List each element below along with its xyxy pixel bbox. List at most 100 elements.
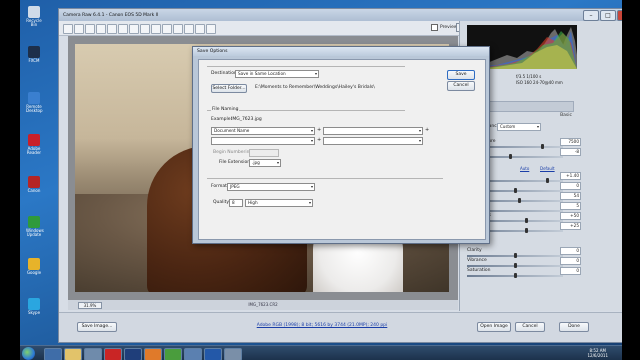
media-player-icon[interactable] [84,348,102,360]
naming-field-1[interactable]: Document Name ▾ [211,127,315,135]
control-row: Saturation 0 [467,267,581,275]
explorer-icon[interactable] [64,348,82,360]
targeted-adjustment-tool-icon[interactable] [107,24,117,34]
crop-tool-icon[interactable] [118,24,128,34]
rotate-left-icon[interactable] [195,24,205,34]
control-value-input[interactable]: 0 [560,247,581,255]
naming-field-3[interactable]: ▾ [211,137,315,145]
slider-thumb[interactable] [514,273,517,278]
control-value-input[interactable]: 54 [560,192,581,200]
file-naming-label: File Naming [211,107,240,112]
hand-tool-icon[interactable] [74,24,84,34]
adobe-bridge-icon[interactable] [104,348,122,360]
plus-icon: + [317,137,322,143]
plus-icon: + [425,127,430,133]
desktop-icon-update[interactable]: Windows Update [26,216,44,237]
app-icon-2[interactable] [224,348,242,360]
control-slider[interactable] [467,253,563,258]
desktop-icon-skype[interactable]: Skype [26,298,42,315]
system-tray[interactable] [554,350,584,357]
control-slider[interactable] [467,263,563,268]
format-select[interactable]: JPEG ▾ [227,183,315,191]
graduated-filter-icon[interactable] [173,24,183,34]
folder-path: E:\Moments to Remember\Weddings\Hailey's… [255,85,375,90]
quality-number-input[interactable]: 8 [229,199,243,207]
control-value-input[interactable]: +50 [560,212,581,220]
control-slider[interactable] [467,273,563,278]
done-button[interactable]: Done [559,322,589,332]
save-image-button[interactable]: Save Image... [77,322,117,332]
chevron-down-icon: ▾ [418,128,421,133]
naming-field-4[interactable]: ▾ [323,137,423,145]
naming-field-2[interactable]: ▾ [323,127,423,135]
open-image-button[interactable]: Open Image [477,322,511,332]
desktop-icon-remote[interactable]: Remote Desktop [26,92,43,113]
adjustment-brush-icon[interactable] [162,24,172,34]
file-extension-select[interactable]: .jpg ▾ [249,159,281,167]
file-naming-group: File Naming [207,107,405,112]
fxcm-icon [28,46,40,58]
taskbar: 8:52 AM 12/6/2011 [20,345,622,360]
control-row: Clarity 0 [467,247,581,255]
zoom-tool-icon[interactable] [63,24,73,34]
workflow-options-link[interactable]: Adobe RGB (1998); 8 bit; 5616 by 3744 (2… [247,323,397,328]
desktop-icon-canon[interactable]: Canon [26,176,42,193]
control-value-input[interactable]: 7500 [560,138,581,146]
control-value-input[interactable]: -8 [560,148,581,156]
chevron-down-icon: ▾ [308,200,311,205]
chevron-down-icon: ▾ [314,71,317,76]
google-icon [28,258,40,270]
auto-link[interactable]: Auto [520,166,529,171]
control-row: Vibrance 0 [467,257,581,265]
desktop-icon-google[interactable]: Google [26,258,42,275]
ie-icon[interactable] [44,348,62,360]
spot-removal-tool-icon[interactable] [140,24,150,34]
cancel-button[interactable]: Cancel [515,322,545,332]
red-eye-tool-icon[interactable] [151,24,161,34]
straighten-tool-icon[interactable] [129,24,139,34]
control-value-input[interactable]: 0 [560,257,581,265]
default-link[interactable]: Default [540,166,555,171]
color-sampler-tool-icon[interactable] [96,24,106,34]
close-button[interactable]: ✕ [617,9,622,21]
white-balance-tool-icon[interactable] [85,24,95,34]
desktop-icon-reader[interactable]: Adobe Reader [26,134,42,155]
app-icon[interactable] [184,348,202,360]
firefox-icon[interactable] [144,348,162,360]
word-icon[interactable] [204,348,222,360]
photoshop-icon[interactable] [124,348,142,360]
rotate-right-icon[interactable] [206,24,216,34]
select-folder-button[interactable]: Select Folder... [211,84,247,93]
slider-thumb[interactable] [509,154,512,159]
chevron-down-icon: ▾ [418,138,421,143]
dialog-body: Destination: Save in Same Location ▾ Sele… [198,59,486,240]
desktop-icon-fxcm[interactable]: FXCM [26,46,42,63]
chevron-down-icon: ▾ [536,124,539,129]
control-value-input[interactable]: 5 [560,202,581,210]
preview-toggle[interactable]: Preview [431,24,458,31]
destination-select[interactable]: Save in Same Location ▾ [235,70,319,78]
begin-numbering-input [249,149,279,157]
clock[interactable]: 8:52 AM 12/6/2011 [587,348,608,358]
desktop-icon-recycle-bin[interactable]: Recycle Bin [26,6,42,27]
preferences-icon[interactable] [184,24,194,34]
example-value: IMG_7623.jpg [231,117,262,122]
recycle-bin-icon [28,6,40,18]
control-value-input[interactable]: +1.40 [560,172,581,180]
maximize-button[interactable]: □ [600,9,616,21]
dialog-cancel-button[interactable]: Cancel [447,81,475,91]
preview-checkbox[interactable] [431,24,438,31]
control-value-input[interactable]: 0 [560,267,581,275]
minimize-button[interactable]: – [583,9,599,21]
chrome-icon[interactable] [164,348,182,360]
slider-thumb[interactable] [525,228,528,233]
start-button[interactable] [22,347,35,360]
camera-info-iso: ISO 160 24-70@40 mm [516,80,563,85]
white-balance-select[interactable]: Custom ▾ [497,123,541,131]
save-button[interactable]: Save [447,70,475,80]
begin-numbering-label: Begin Numbering: [213,150,254,155]
quality-select[interactable]: High ▾ [245,199,313,207]
control-value-input[interactable]: +25 [560,222,581,230]
control-value-input[interactable]: 0 [560,182,581,190]
chevron-down-icon: ▾ [276,160,279,165]
